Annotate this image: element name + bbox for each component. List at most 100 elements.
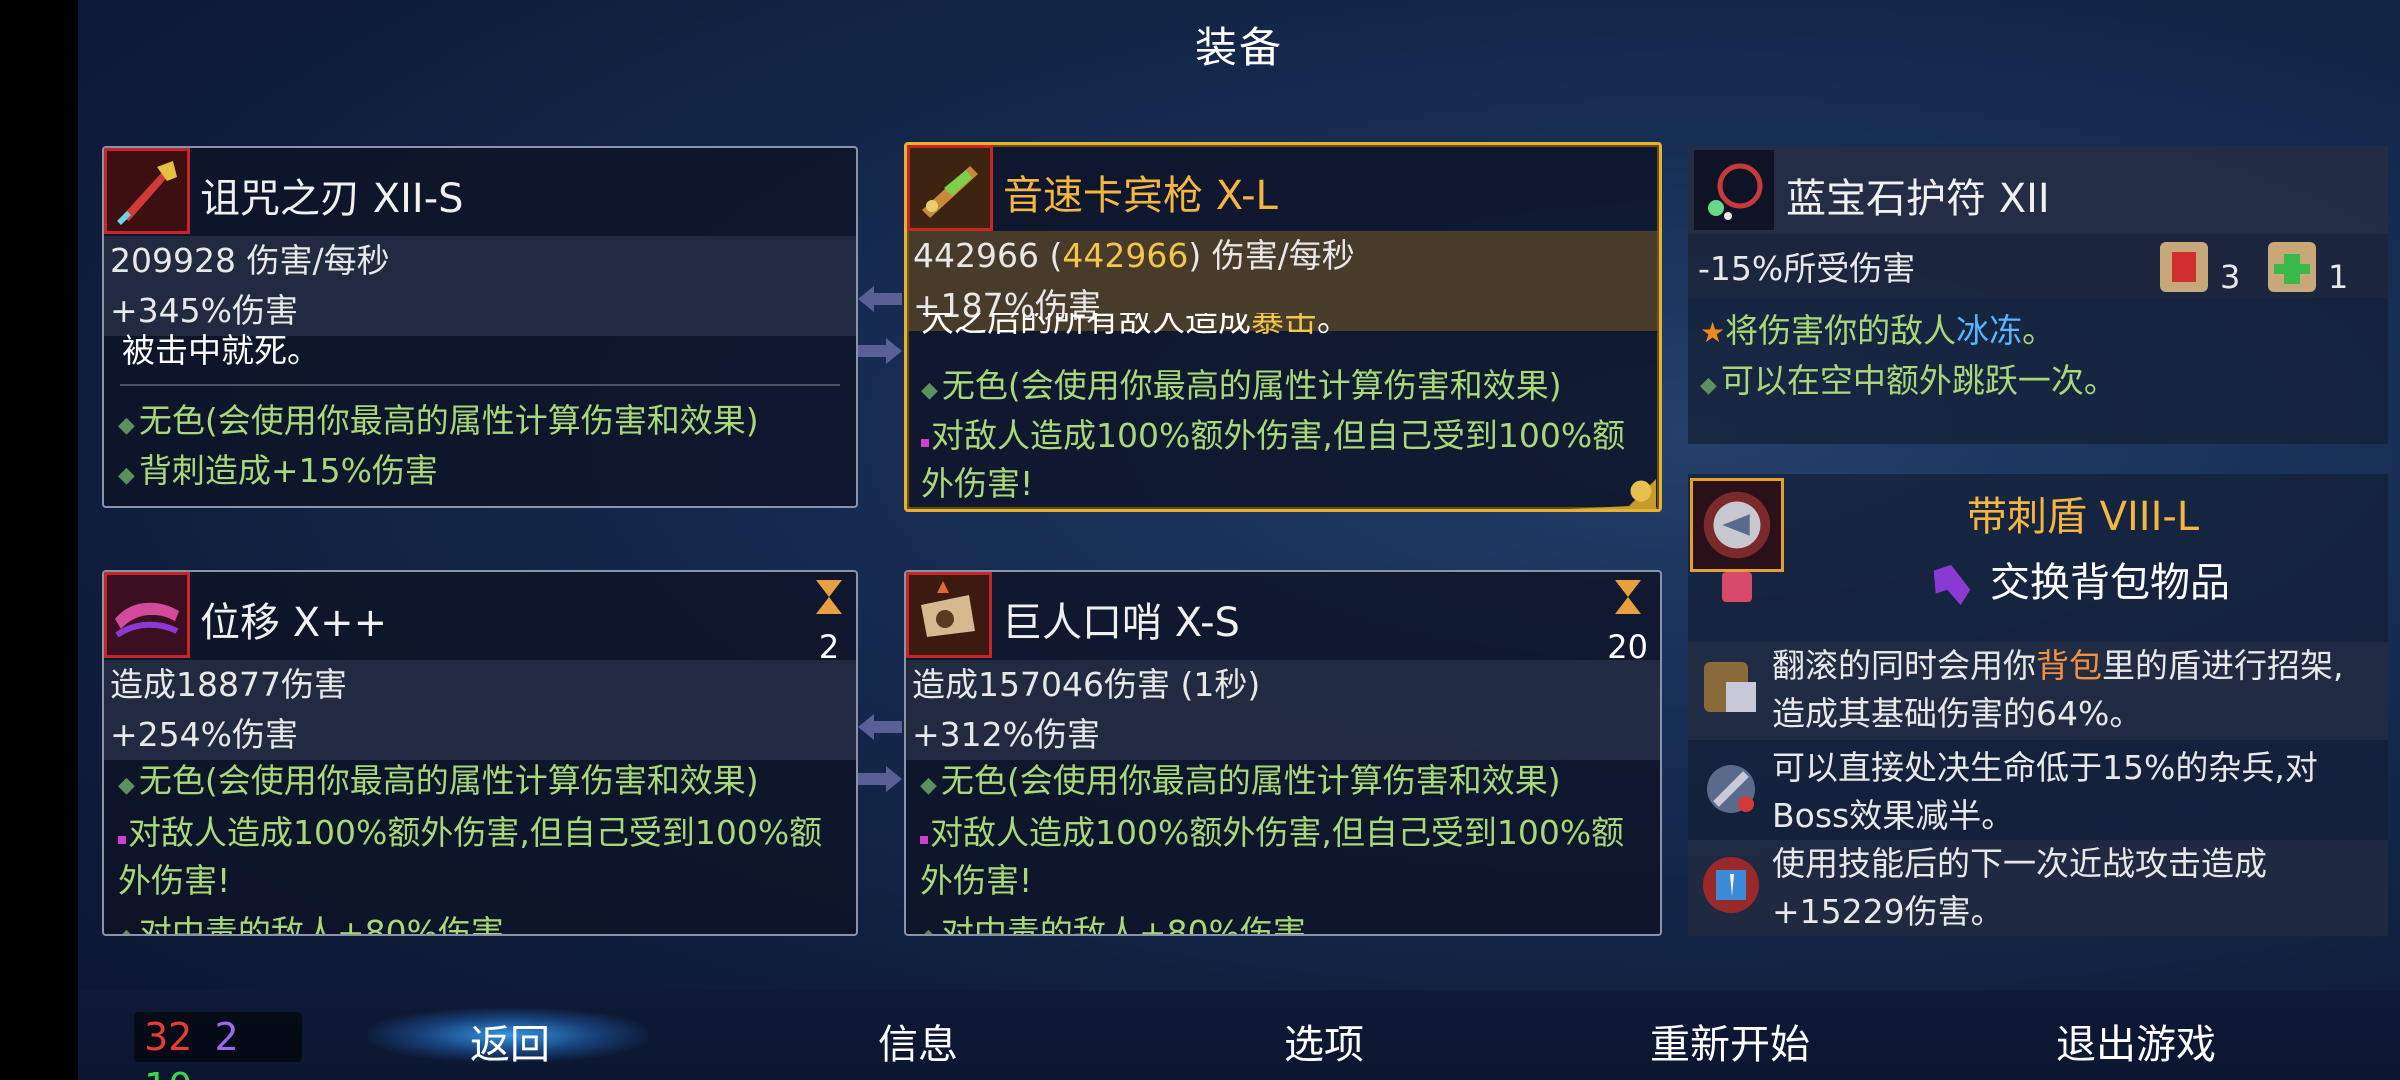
sapphire-amulet-icon [1694, 150, 1774, 230]
affix-text: 背刺造成+15%伤害 [138, 451, 438, 490]
affix-extra-damage: 对敌人造成100%额外伤害,但自己受到100%额 [920, 808, 1654, 858]
affix-line1: 对敌人造成100%额外伤害,但自己受到100%额 [128, 813, 823, 852]
dps-line: 442966 (442966) 伤害/每秒 [907, 231, 1659, 281]
gold-corner-ornament-icon [1569, 479, 1656, 509]
dps-suffix: ) 伤害/每秒 [1188, 236, 1355, 275]
curse-blade-icon [104, 148, 190, 234]
cooldown-timer: 20 [1607, 578, 1648, 666]
affix-extra-damage-cont: 外伤害! [921, 459, 1649, 509]
info-button[interactable]: 信息 [878, 1012, 958, 1070]
crit-keyword: 暴击 [1251, 313, 1317, 337]
swap-right-arrow-icon[interactable] [858, 338, 902, 364]
affix-backstab: ◆ 背刺造成+15%伤害 [118, 446, 846, 501]
affix-line2: 外伤害! [920, 861, 1033, 900]
letterbox-left [0, 0, 78, 1080]
item-name: 位移 X++ [200, 600, 388, 646]
bonus-line: +254%伤害 [104, 710, 856, 760]
hourglass-icon [816, 580, 842, 614]
affix-text: 对中毒的敌人+80%伤害 [138, 913, 504, 934]
hourglass-icon [1614, 580, 1641, 614]
execute-icon [1696, 754, 1766, 824]
swap-label: 交换背包物品 [1990, 560, 2230, 606]
amulet-panel[interactable]: 蓝宝石护符 XII -15%所受伤害 3 1 ★将伤害你的敌人冰冻。 ◆ 可以在空… [1688, 146, 2388, 444]
freeze-keyword: 冰冻 [1956, 311, 2023, 350]
resource-counters: 32 2 10 [134, 1012, 302, 1080]
affix-freeze: ★将伤害你的敌人冰冻。 [1700, 306, 2378, 358]
item-name: 巨人口哨 X-S [1002, 600, 1240, 646]
affix-text: 无色(会使用你最高的属性计算伤害和效果) [138, 401, 759, 440]
affix-text: 可以在空中额外跳跃一次。 [1720, 361, 2117, 400]
bullet-diamond-icon: ◆ [921, 378, 938, 403]
shield-effect-1: 翻滚的同时会用你背包里的盾进行招架, 造成其基础伤害的64%。 [1688, 642, 2388, 740]
main-description: 被击中就死。 [122, 326, 846, 376]
damage-line: 造成18877伤害 [104, 660, 856, 710]
equipment-card-curse-blade[interactable]: 诅咒之刃 XII-S 209928 伤害/每秒 +345%伤害 被击中就死。 ◆… [102, 146, 858, 508]
curse-marker-icon [920, 836, 928, 844]
giant-whistle-icon [906, 572, 992, 658]
sonic-carbine-icon [907, 145, 993, 231]
damage-line: 造成157046伤害 (1秒) [906, 660, 1660, 710]
affix-text: 无色(会使用你最高的属性计算伤害和效果) [940, 761, 1561, 800]
cut-text-a: 大之后的所有敌人造成 [921, 313, 1251, 337]
dps-line: 209928 伤害/每秒 [104, 236, 856, 286]
backpack-swap-icon [1933, 564, 1971, 606]
bullet-diamond-icon: ◆ [920, 925, 937, 934]
swap-right-arrow-icon[interactable] [858, 766, 902, 792]
item-name: 蓝宝石护符 XII [1786, 176, 2050, 222]
effect-text-a: 翻滚的同时会用你 [1772, 646, 2036, 685]
effect-line2: 造成其基础伤害的64%。 [1772, 694, 2143, 733]
affix-colorless: ◆ 无色(会使用你最高的属性计算伤害和效果) [118, 756, 846, 811]
affix-poison-cut: ◆对中毒的敌人+80%伤害 [118, 910, 846, 934]
back-button[interactable]: 返回 [470, 1012, 550, 1070]
affix-extra-damage: 对敌人造成100%额外伤害,但自己受到100%额 [118, 808, 846, 858]
displacement-skill-icon [104, 572, 190, 658]
restart-button[interactable]: 重新开始 [1650, 1012, 1810, 1070]
cut-description: 大之后的所有敌人造成暴击。 [921, 313, 1649, 337]
affix-extra-damage: 对敌人造成100%额外伤害,但自己受到100%额 [921, 411, 1653, 461]
affix-extra-damage-cont: 外伤害! [920, 856, 1650, 906]
green-scroll-count: 10 [144, 1065, 192, 1080]
cooldown-timer: 2 [814, 578, 844, 666]
bonus-line: +312%伤害 [906, 710, 1660, 760]
bullet-diamond-icon: ◆ [118, 925, 135, 934]
shield-effect-2: 可以直接处决生命低于15%的杂兵,对 Boss效果减半。 [1688, 744, 2388, 840]
dps-prefix: 442966 ( [913, 236, 1063, 275]
red-scroll-count: 32 [144, 1015, 193, 1059]
bullet-diamond-icon: ◆ [920, 773, 937, 798]
dps-highlight: 442966 [1062, 236, 1189, 275]
parry-backpack-icon [1696, 652, 1766, 722]
curse-marker-icon [921, 439, 929, 447]
page-title: 装备 [1194, 23, 1283, 72]
effect-line1: 翻滚的同时会用你背包里的盾进行招架, [1772, 642, 2344, 690]
divider [120, 384, 840, 386]
scroll-of-brutality-icon [2154, 236, 2214, 298]
affix-text: 无色(会使用你最高的属性计算伤害和效果) [941, 366, 1562, 405]
equipment-card-giant-whistle[interactable]: 巨人口哨 X-S 20 造成157046伤害 (1秒) +312%伤害 ◆ 无色(… [904, 570, 1662, 936]
scroll-of-survival-icon [2262, 236, 2322, 298]
shield-panel[interactable]: 带刺盾 VIII-L 交换背包物品 翻滚的同时会用你背包里的盾进行招架, 造成其… [1688, 474, 2388, 936]
quit-game-button[interactable]: 退出游戏 [2056, 1012, 2216, 1070]
affix-line1: 对敌人造成100%额外伤害,但自己受到100%额 [930, 813, 1625, 852]
effect-line2: Boss效果减半。 [1772, 796, 2015, 835]
item-name: 音速卡宾枪 X-L [1003, 173, 1278, 219]
swap-left-arrow-icon[interactable] [858, 714, 902, 740]
shield-effect-3: 使用技能后的下一次近战攻击造成 +15229伤害。 [1688, 840, 2388, 936]
affix-colorless: ◆ 无色(会使用你最高的属性计算伤害和效果) [118, 396, 846, 451]
swap-backpack-action[interactable]: 交换背包物品 [1928, 550, 2230, 609]
bullet-diamond-icon: ◆ [118, 773, 135, 798]
effect-line1: 使用技能后的下一次近战攻击造成 [1772, 844, 2267, 883]
bullet-diamond-icon: ◆ [118, 463, 135, 488]
equipment-card-sonic-carbine[interactable]: 音速卡宾枪 X-L 442966 (442966) 伤害/每秒 +187%伤害 … [904, 142, 1662, 512]
affix-line2: 外伤害! [921, 464, 1034, 503]
swap-left-arrow-icon[interactable] [858, 286, 902, 312]
game-screen: 装备 诅咒之刃 XII-S 209928 伤害/每秒 +345%伤害 被击中就死… [78, 0, 2400, 1080]
affix-text: 无色(会使用你最高的属性计算伤害和效果) [138, 761, 759, 800]
item-name: 带刺盾 VIII-L [1966, 494, 2200, 540]
options-button[interactable]: 选项 [1284, 1012, 1364, 1070]
affix-poison-cut: ◆对中毒的敌人+80%伤害 [920, 910, 1650, 934]
curse-marker-icon [118, 836, 126, 844]
equipment-card-displacement[interactable]: 位移 X++ 2 造成18877伤害 +254%伤害 ◆ 无色(会使用你最高的属性… [102, 570, 858, 936]
backpack-keyword: 背包 [2036, 646, 2102, 685]
affix-line2: 外伤害! [118, 861, 231, 900]
star-icon: ★ [1700, 316, 1726, 349]
